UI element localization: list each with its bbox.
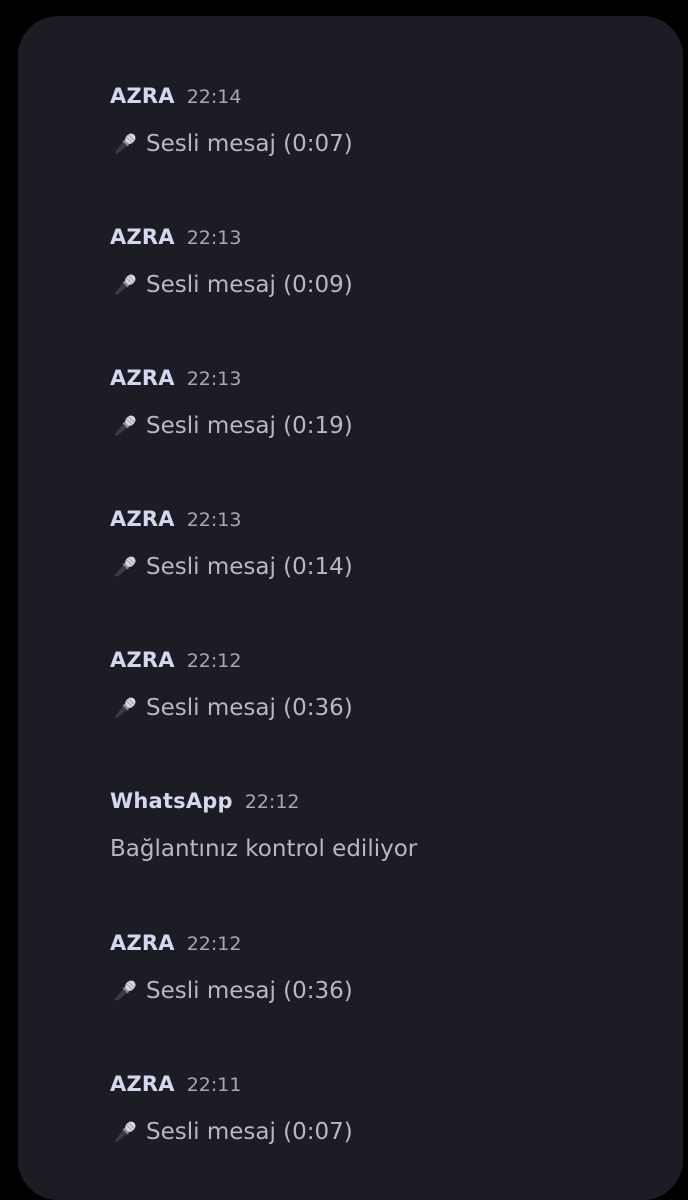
clipped-previous-item [110, 16, 280, 18]
notification-list-panel: AZRA 22:14 Sesli mesaj (0:07) AZRA 22:13 [18, 16, 683, 1200]
message-time: 22:12 [186, 933, 242, 955]
message-item[interactable]: AZRA 22:12 Sesli mesaj (0:36) [110, 648, 630, 724]
message-sender: AZRA [110, 1072, 175, 1096]
message-text: Sesli mesaj (0:36) [146, 978, 353, 1004]
message-header: AZRA 22:14 [110, 84, 630, 114]
message-body: Bağlantınız kontrol ediliyor [110, 833, 630, 865]
message-text: Sesli mesaj (0:19) [146, 413, 353, 439]
message-sender: AZRA [110, 931, 175, 955]
message-item[interactable]: AZRA 22:13 Sesli mesaj (0:09) [110, 225, 630, 301]
message-text: Sesli mesaj (0:07) [146, 1119, 353, 1145]
message-header: AZRA 22:11 [110, 1072, 630, 1102]
message-header: AZRA 22:12 [110, 931, 630, 961]
message-text: Sesli mesaj (0:09) [146, 272, 353, 298]
message-text: Sesli mesaj (0:14) [146, 554, 353, 580]
message-text: Sesli mesaj (0:36) [146, 695, 353, 721]
microphone-icon [114, 697, 136, 719]
message-body: Sesli mesaj (0:09) [110, 269, 630, 301]
message-body: Sesli mesaj (0:07) [110, 1116, 630, 1148]
message-sender: WhatsApp [110, 789, 233, 813]
microphone-icon [114, 556, 136, 578]
microphone-icon [114, 274, 136, 296]
message-item[interactable]: AZRA 22:11 Sesli mesaj (0:07) [110, 1072, 630, 1148]
message-time: 22:14 [186, 86, 242, 108]
message-header: WhatsApp 22:12 [110, 789, 630, 819]
message-header: AZRA 22:13 [110, 366, 630, 396]
message-item[interactable]: AZRA 22:13 Sesli mesaj (0:19) [110, 366, 630, 442]
message-header: AZRA 22:13 [110, 507, 630, 537]
message-item[interactable]: AZRA 22:13 Sesli mesaj (0:14) [110, 507, 630, 583]
message-body: Sesli mesaj (0:07) [110, 128, 630, 160]
message-time: 22:13 [186, 368, 242, 390]
message-text: Bağlantınız kontrol ediliyor [110, 836, 418, 862]
message-sender: AZRA [110, 84, 175, 108]
message-item[interactable]: AZRA 22:12 Sesli mesaj (0:36) [110, 931, 630, 1007]
message-time: 22:12 [244, 791, 300, 813]
message-time: 22:11 [186, 1074, 242, 1096]
message-sender: AZRA [110, 507, 175, 531]
message-sender: AZRA [110, 366, 175, 390]
message-sender: AZRA [110, 648, 175, 672]
microphone-icon [114, 1121, 136, 1143]
message-time: 22:13 [186, 509, 242, 531]
message-body: Sesli mesaj (0:36) [110, 975, 630, 1007]
message-item[interactable]: AZRA 22:14 Sesli mesaj (0:07) [110, 84, 630, 160]
message-body: Sesli mesaj (0:14) [110, 551, 630, 583]
message-header: AZRA 22:12 [110, 648, 630, 678]
message-text: Sesli mesaj (0:07) [146, 131, 353, 157]
message-body: Sesli mesaj (0:36) [110, 692, 630, 724]
message-header: AZRA 22:13 [110, 225, 630, 255]
message-body: Sesli mesaj (0:19) [110, 410, 630, 442]
microphone-icon [114, 133, 136, 155]
message-time: 22:13 [186, 227, 242, 249]
microphone-icon [114, 415, 136, 437]
microphone-icon [114, 980, 136, 1002]
message-sender: AZRA [110, 225, 175, 249]
message-time: 22:12 [186, 650, 242, 672]
message-item[interactable]: WhatsApp 22:12 Bağlantınız kontrol edili… [110, 789, 630, 865]
